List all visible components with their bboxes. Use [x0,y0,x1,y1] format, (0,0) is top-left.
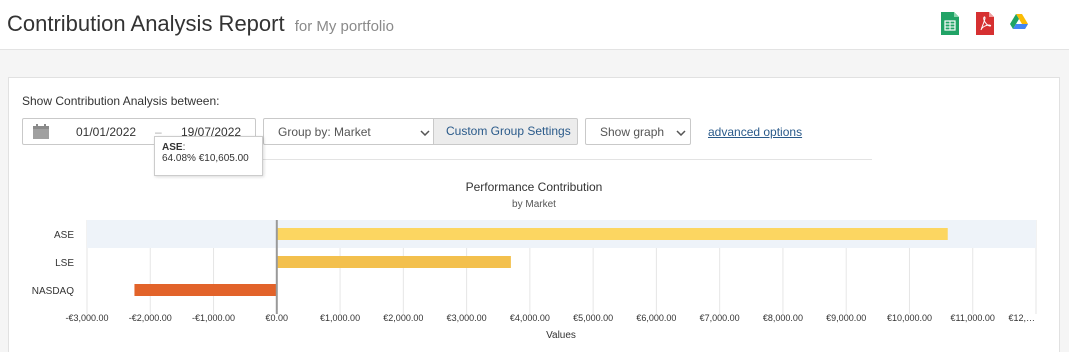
chart-subtitle: by Market [512,199,556,210]
x-axis-label: Values [546,330,576,341]
chart-title: Performance Contribution [466,180,603,194]
x-tick-label: -€3,000.00 [65,313,108,323]
x-tick-label: €1,000.00 [320,313,360,323]
chart-tick-labels: -€3,000.00 -€2,000.00 -€1,000.00 €0.00 €1,00… [65,313,1035,323]
performance-contribution-chart: Performance Contribution by Market ASE LS… [32,180,1037,341]
x-tick-label: €12,… [1008,313,1035,323]
category-label: LSE [55,258,74,269]
tooltip-value: 64.08% €10,605.00 [162,153,249,164]
x-tick-label: €3,000.00 [447,313,487,323]
chart-category-labels: ASE LSE NASDAQ [32,230,75,297]
x-tick-label: €5,000.00 [573,313,613,323]
x-tick-label: €7,000.00 [700,313,740,323]
category-label: ASE [54,230,74,241]
bar-ase[interactable] [276,228,948,240]
x-tick-label: €6,000.00 [636,313,676,323]
bar-lse[interactable] [276,256,511,268]
x-tick-label: €10,000.00 [887,313,932,323]
chart-tooltip: ASE: 64.08% €10,605.00 [154,136,263,176]
x-tick-label: -€1,000.00 [192,313,235,323]
bar-nasdaq[interactable] [134,284,277,296]
x-tick-label: €2,000.00 [383,313,423,323]
x-tick-label: €0.00 [266,313,289,323]
tooltip-colon: : [182,142,186,153]
tooltip-category: ASE [162,142,183,153]
x-tick-label: €8,000.00 [763,313,803,323]
x-tick-label: €11,000.00 [951,313,995,323]
x-tick-label: €4,000.00 [510,313,550,323]
category-label: NASDAQ [32,286,74,297]
x-tick-label: €9,000.00 [826,313,866,323]
x-tick-label: -€2,000.00 [129,313,172,323]
